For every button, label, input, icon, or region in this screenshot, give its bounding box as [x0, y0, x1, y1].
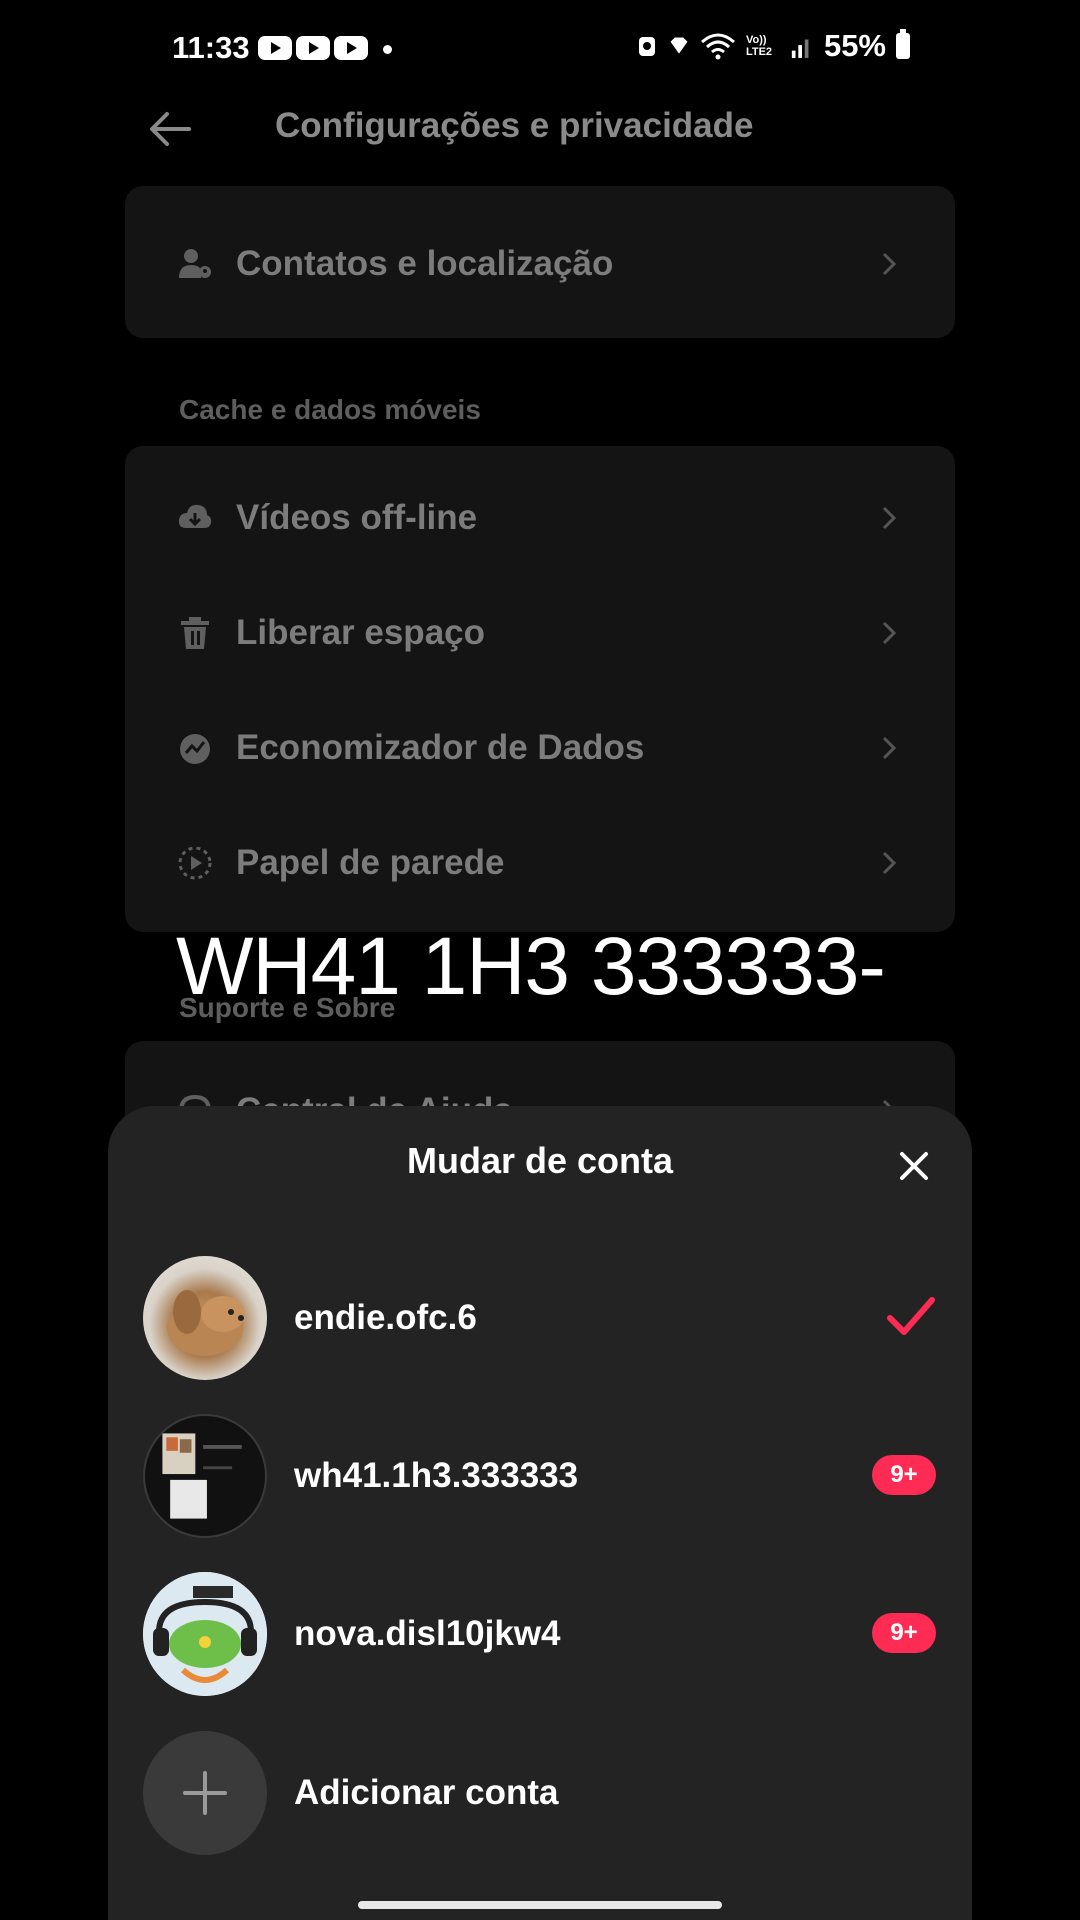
settings-item-offline-videos[interactable]: Vídeos off-line — [125, 462, 955, 572]
notification-badge: 9+ — [872, 1455, 936, 1495]
chevron-right-icon — [882, 621, 897, 645]
settings-card-contacts: Contatos e localização — [125, 186, 955, 338]
more-notifications-dot — [383, 45, 392, 54]
chevron-right-icon — [882, 736, 897, 760]
settings-item-free-space[interactable]: Liberar espaço — [125, 577, 955, 687]
cloud-download-icon — [178, 504, 212, 528]
person-location-icon — [179, 249, 211, 278]
add-account-button[interactable]: Adicionar conta — [108, 1731, 972, 1861]
close-icon[interactable] — [894, 1146, 934, 1186]
settings-item-label: Vídeos off-line — [236, 498, 478, 537]
network-type-label: Vo)) LTE2 — [745, 34, 773, 58]
youtube-notification-icon — [334, 36, 368, 60]
signal-icon — [791, 39, 809, 58]
notification-badge: 9+ — [872, 1613, 936, 1653]
add-account-label: Adicionar conta — [294, 1773, 559, 1812]
trash-icon — [181, 617, 209, 649]
settings-item-wallpaper[interactable]: Papel de parede — [125, 807, 955, 917]
back-arrow-icon[interactable] — [145, 104, 195, 154]
status-bar: 11:33 Vo)) LTE2 55% — [0, 0, 1080, 98]
plus-icon — [183, 1771, 227, 1815]
settings-item-data-saver[interactable]: Economizador de Dados — [125, 692, 955, 802]
sheet-title: Mudar de conta — [406, 1140, 674, 1181]
settings-item-contacts-location[interactable]: Contatos e localização — [125, 208, 955, 318]
section-label-cache: Cache e dados móveis — [179, 394, 481, 425]
diamond-icon — [670, 37, 688, 54]
add-account-circle — [143, 1731, 267, 1855]
home-indicator[interactable] — [358, 1901, 722, 1909]
account-row[interactable]: endie.ofc.6 — [108, 1256, 972, 1386]
account-username: wh41.1h3.333333 — [294, 1456, 579, 1495]
youtube-notification-icon — [296, 36, 330, 60]
chevron-right-icon — [882, 851, 897, 875]
chevron-right-icon — [882, 506, 897, 530]
phone-screen: 11:33 Vo)) LTE2 55% Configurações e priv… — [0, 0, 1080, 1920]
account-row[interactable]: wh41.1h3.333333 9+ — [108, 1414, 972, 1544]
overlay-caption: WH41 1H3 333333- — [176, 921, 886, 1012]
status-time: 11:33 — [172, 30, 250, 65]
settings-item-label: Papel de parede — [236, 843, 505, 882]
switch-account-sheet: Mudar de conta endie.ofc.6 wh41.1h3.3333… — [108, 1106, 972, 1920]
alarm-icon — [638, 37, 655, 56]
account-username: nova.disl10jkw4 — [294, 1614, 561, 1653]
account-row[interactable]: nova.disl10jkw4 9+ — [108, 1572, 972, 1702]
settings-item-label: Contatos e localização — [236, 244, 614, 283]
chevron-right-icon — [882, 252, 897, 276]
data-saver-icon — [180, 734, 210, 764]
battery-icon — [896, 29, 910, 59]
battery-percent: 55% — [823, 28, 886, 63]
checkmark-icon — [887, 1297, 935, 1335]
avatar-screenshot — [143, 1414, 267, 1538]
account-username: endie.ofc.6 — [294, 1298, 477, 1337]
settings-card-cache: Vídeos off-line Liberar espaço Economiza… — [125, 446, 955, 932]
settings-item-label: Economizador de Dados — [236, 728, 645, 767]
wallpaper-play-icon — [178, 846, 212, 880]
wifi-icon — [700, 33, 735, 60]
settings-item-label: Liberar espaço — [236, 613, 485, 652]
avatar-nova — [143, 1572, 267, 1696]
status-indicators: Vo)) LTE2 55% — [636, 28, 910, 64]
youtube-notification-icon — [258, 36, 292, 60]
page-title: Configurações e privacidade — [275, 106, 754, 145]
avatar-dog — [143, 1256, 267, 1380]
